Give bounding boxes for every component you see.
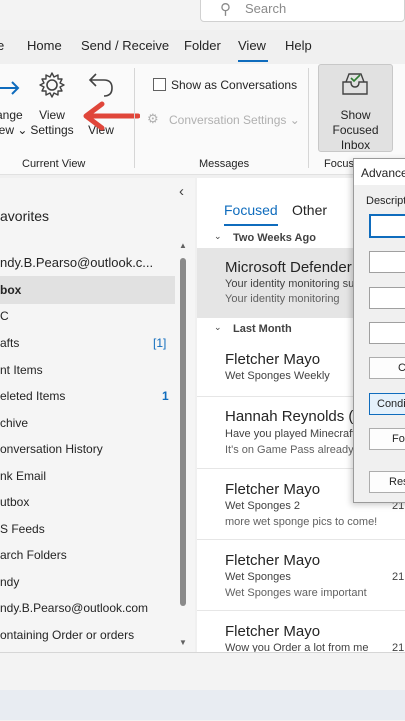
message-sender: Fletcher Mayo bbox=[225, 351, 321, 368]
ribbon-separator bbox=[308, 68, 309, 168]
message-sender: Fletcher Mayo bbox=[225, 623, 321, 640]
search-icon: ⚲ bbox=[220, 1, 231, 18]
message-sender: Fletcher Mayo bbox=[225, 481, 321, 498]
folder-search-folders[interactable]: arch Folders bbox=[0, 548, 67, 562]
selected-folder-highlight bbox=[0, 276, 175, 304]
show-focused-inbox-label: Show Focused Inbox bbox=[316, 108, 395, 153]
folder-sent-items[interactable]: nt Items bbox=[0, 363, 43, 377]
active-tab-indicator bbox=[238, 60, 268, 62]
format-columns-button[interactable]: Fo bbox=[369, 428, 405, 450]
tab-focused[interactable]: Focused bbox=[224, 202, 278, 218]
change-view-label-2: iew ⌄ bbox=[0, 123, 28, 137]
message-sender: Fletcher Mayo bbox=[225, 552, 321, 569]
drafts-count: [1] bbox=[153, 336, 167, 350]
reset-current-view-button[interactable]: Res bbox=[369, 471, 405, 493]
change-view-icon[interactable] bbox=[0, 74, 28, 102]
folder-drafts[interactable]: afts bbox=[0, 336, 19, 350]
folder-archive[interactable]: chive bbox=[0, 416, 28, 430]
collapse-pane-icon[interactable]: ‹ bbox=[179, 183, 184, 200]
folder-search-order[interactable]: ontaining Order or orders bbox=[0, 628, 134, 642]
sort-button[interactable] bbox=[369, 287, 405, 309]
change-view-label-1: ange bbox=[0, 108, 23, 122]
view-settings-label-2: Settings bbox=[30, 123, 74, 137]
folder-deleted-items[interactable]: eleted Items bbox=[0, 389, 65, 403]
tab-send-receive[interactable]: Send / Receive bbox=[81, 38, 169, 53]
message-preview: Your identity monitoring bbox=[225, 293, 340, 305]
folder-conversation-history[interactable]: onversation History bbox=[0, 442, 103, 456]
favorites-header[interactable]: avorites bbox=[0, 208, 49, 224]
account-header[interactable]: ndy.B.Pearso@outlook.c... bbox=[0, 255, 153, 270]
group-label-current-view: Current View bbox=[22, 158, 86, 170]
conversation-settings-icon: ⚙ bbox=[147, 111, 159, 126]
chevron-down-icon[interactable]: ⌄ bbox=[214, 322, 222, 333]
message-row[interactable]: Fletcher Mayo Wet Sponges 21 Wet Sponges… bbox=[197, 540, 405, 610]
search-input[interactable]: Search bbox=[245, 1, 286, 16]
folder-junk-email[interactable]: nk Email bbox=[0, 469, 46, 483]
group-label-messages: Messages bbox=[199, 158, 250, 170]
group-header-last-month[interactable]: Last Month bbox=[233, 323, 292, 335]
message-subject: Have you played Minecraft L bbox=[225, 428, 365, 440]
tab-folder[interactable]: Folder bbox=[184, 38, 221, 53]
folder-outbox[interactable]: utbox bbox=[0, 495, 29, 509]
folder-rss-feeds[interactable]: S Feeds bbox=[0, 522, 45, 536]
tab-file-partial[interactable]: e bbox=[0, 38, 4, 53]
focused-inbox-icon bbox=[340, 70, 370, 98]
deleted-items-count: 1 bbox=[162, 389, 169, 403]
folder-pane bbox=[0, 178, 195, 652]
other-settings-button[interactable]: C bbox=[369, 357, 405, 379]
message-date: 21 bbox=[392, 571, 405, 583]
group-by-button[interactable] bbox=[369, 251, 405, 273]
ribbon-separator bbox=[134, 68, 135, 168]
folder-c[interactable]: C bbox=[0, 309, 9, 323]
folder-pane-scrollbar[interactable] bbox=[180, 258, 186, 606]
message-subject: Your identity monitoring sun bbox=[225, 278, 361, 290]
change-view-button[interactable]: ange iew ⌄ bbox=[0, 108, 27, 138]
message-preview: more wet sponge pics to come! bbox=[225, 516, 378, 528]
message-subject: Wet Sponges Weekly bbox=[225, 370, 330, 382]
scroll-up-icon[interactable]: ▲ bbox=[179, 241, 187, 250]
message-subject: Wet Sponges bbox=[225, 571, 291, 583]
folder-inbox[interactable]: box bbox=[0, 283, 21, 297]
scroll-down-icon[interactable]: ▼ bbox=[179, 638, 187, 647]
show-as-conversations-label[interactable]: Show as Conversations bbox=[171, 78, 297, 92]
red-arrow-annotation bbox=[80, 96, 141, 136]
message-subject: Wet Sponges 2 bbox=[225, 500, 301, 512]
columns-button[interactable] bbox=[369, 214, 405, 238]
message-row[interactable]: Fletcher Mayo Wow you Order a lot from m… bbox=[197, 611, 405, 654]
view-settings-label-1: View bbox=[39, 108, 65, 122]
gear-icon[interactable] bbox=[37, 70, 67, 100]
message-preview: It's on Game Pass already! I'm bbox=[225, 444, 375, 456]
focused-inbox-label-2: Inbox bbox=[340, 138, 371, 152]
filter-button[interactable] bbox=[369, 322, 405, 344]
folder-second-account[interactable]: ndy.B.Pearso@outlook.com bbox=[0, 601, 148, 615]
group-header-two-weeks[interactable]: Two Weeks Ago bbox=[233, 232, 316, 244]
tab-other[interactable]: Other bbox=[292, 202, 327, 218]
description-label: Descripti bbox=[366, 195, 405, 207]
message-sender: Hannah Reynolds (Re bbox=[225, 408, 373, 425]
chevron-down-icon[interactable]: ⌄ bbox=[214, 231, 222, 242]
tab-home[interactable]: Home bbox=[27, 38, 62, 53]
tab-help[interactable]: Help bbox=[285, 38, 312, 53]
message-sender: Microsoft Defender bbox=[225, 259, 352, 276]
dialog-title: Advance bbox=[361, 166, 405, 180]
taskbar bbox=[0, 690, 405, 720]
focused-tab-indicator bbox=[224, 224, 278, 226]
view-settings-button[interactable]: View Settings bbox=[26, 108, 78, 138]
show-as-conversations-checkbox[interactable] bbox=[153, 78, 166, 91]
conversation-settings-button[interactable]: Conversation Settings ⌄ bbox=[169, 113, 300, 127]
tab-view[interactable]: View bbox=[238, 38, 266, 53]
conditional-formatting-button[interactable]: Condi bbox=[369, 393, 405, 415]
folder-andy[interactable]: ndy bbox=[0, 575, 19, 589]
message-preview: Wet Sponges ware important bbox=[225, 587, 367, 599]
focused-inbox-label-1: Show Focused bbox=[332, 108, 379, 137]
